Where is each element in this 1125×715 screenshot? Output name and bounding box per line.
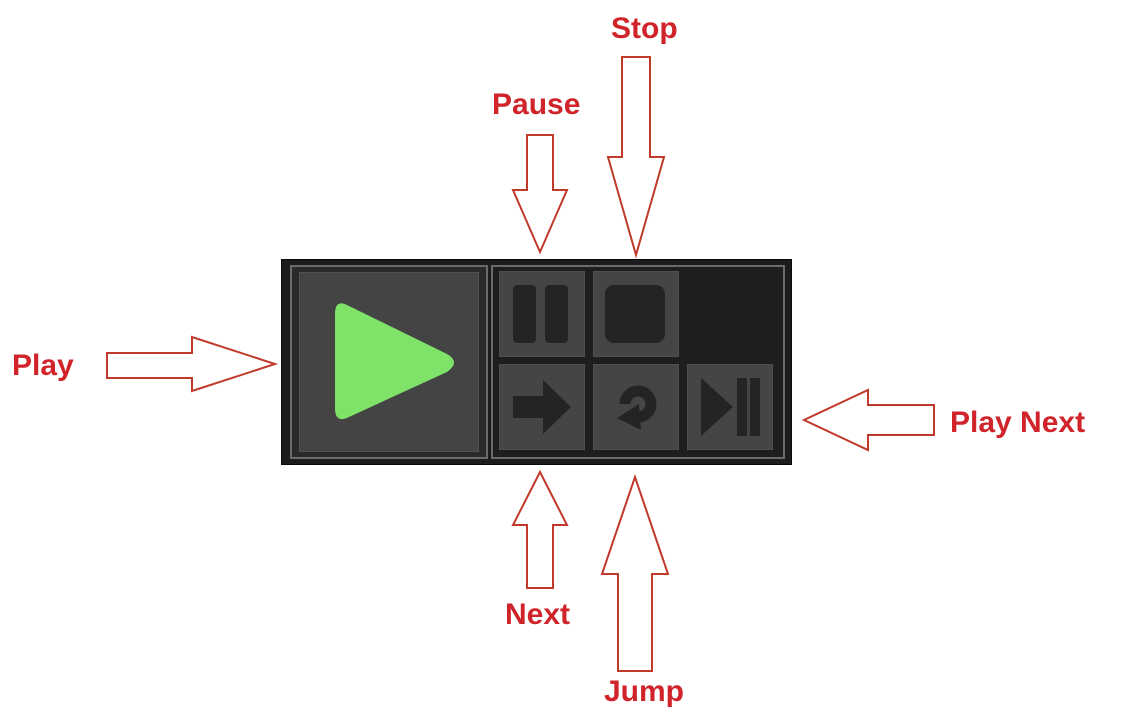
- pause-button[interactable]: [499, 271, 585, 357]
- jump-button[interactable]: [593, 364, 679, 450]
- arrow-right-icon: [513, 380, 571, 434]
- play-next-icon: [701, 378, 760, 436]
- next-callout-arrow: [511, 469, 569, 589]
- play-callout-arrow: [106, 335, 279, 393]
- pause-callout-arrow: [511, 134, 569, 255]
- play-icon: [335, 303, 454, 420]
- rotate-icon: [617, 385, 657, 430]
- play-button-frame: [290, 265, 488, 459]
- stop-callout-arrow: [606, 56, 666, 259]
- play-next-button[interactable]: [687, 364, 773, 450]
- transport-control-panel: [281, 259, 792, 465]
- jump-callout-arrow: [600, 473, 670, 672]
- stop-button[interactable]: [593, 271, 679, 357]
- play-next-callout-arrow: [801, 388, 935, 452]
- stop-icon: [605, 285, 665, 343]
- play-button[interactable]: [299, 272, 479, 452]
- control-button-grid: [491, 265, 785, 459]
- pause-icon: [513, 285, 568, 343]
- next-button[interactable]: [499, 364, 585, 450]
